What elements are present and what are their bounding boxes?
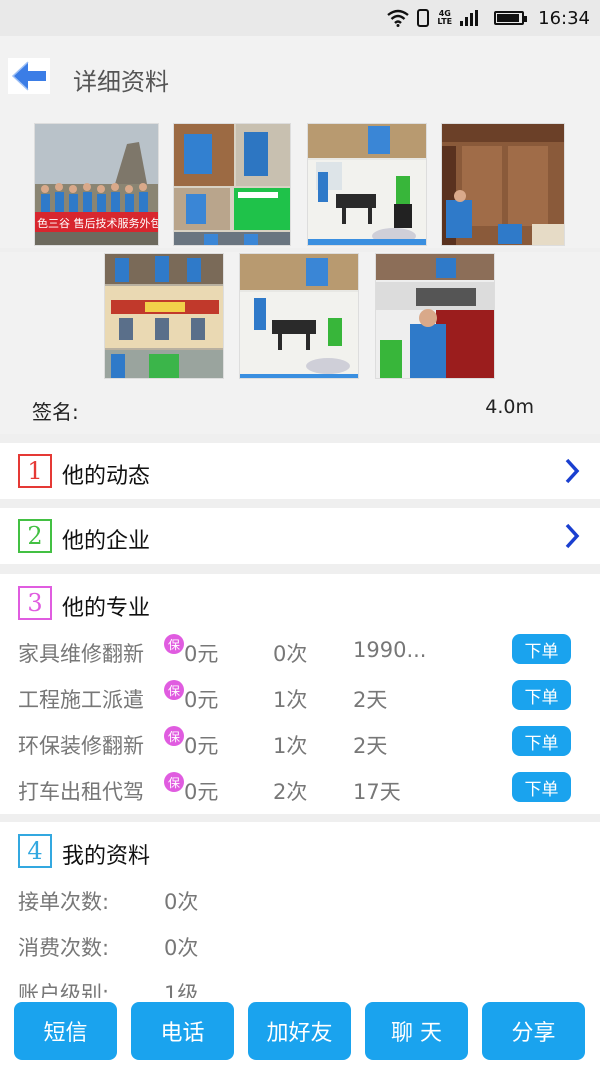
profile-photo-6[interactable] <box>239 253 359 379</box>
profile-photo-2[interactable] <box>173 123 291 246</box>
info-value: 0次 <box>164 936 199 960</box>
section-title-my-info: 我的资料 <box>62 844 151 869</box>
profession-row: 家具维修翻新 保 0元 0次 1990... 下单 <box>0 630 600 674</box>
profession-name: 工程施工派遣 <box>18 688 144 712</box>
section-dynamics[interactable]: 1 他的动态 <box>0 443 600 499</box>
profession-count: 0次 <box>273 642 308 666</box>
signature-row: 签名: 4.0m <box>0 382 600 434</box>
chat-button[interactable]: 聊 天 <box>365 1002 468 1060</box>
profession-row: 打车出租代驾 保 0元 2次 17天 下单 <box>0 768 600 812</box>
info-label: 接单次数: <box>18 890 110 914</box>
profile-photo-7[interactable] <box>375 253 495 379</box>
guarantee-badge: 保 <box>164 726 184 746</box>
distance-value: 4.0m <box>485 396 534 418</box>
profile-photo-3[interactable] <box>307 123 427 246</box>
sms-button[interactable]: 短信 <box>14 1002 117 1060</box>
order-button[interactable]: 下单 <box>512 680 571 710</box>
network-type-indicator: 4G LTE <box>437 10 452 26</box>
battery-icon <box>494 11 528 25</box>
profession-duration: 2天 <box>353 688 388 712</box>
chevron-right-icon <box>565 523 580 549</box>
signal-icon <box>460 10 479 26</box>
info-label: 消费次数: <box>18 936 110 960</box>
profile-photo-4[interactable] <box>441 123 565 246</box>
profile-photo-1[interactable]: 色三谷 售后技术服务外包 <box>34 123 159 246</box>
profession-count: 1次 <box>273 688 308 712</box>
profession-count: 1次 <box>273 734 308 758</box>
profession-row: 环保装修翻新 保 0元 1次 2天 下单 <box>0 722 600 766</box>
photo-row-2 <box>0 252 600 382</box>
profession-price: 0元 <box>184 688 219 712</box>
guarantee-badge: 保 <box>164 634 184 654</box>
section-profession: 3 他的专业 家具维修翻新 保 0元 0次 1990... 下单 工程施工派遣 … <box>0 574 600 814</box>
profession-price: 0元 <box>184 734 219 758</box>
info-value: 0次 <box>164 890 199 914</box>
section-number-1: 1 <box>18 454 52 488</box>
chevron-right-icon <box>565 458 580 484</box>
info-row: 接单次数: 0次 <box>0 878 600 922</box>
network-bottom-label: LTE <box>437 17 453 26</box>
profession-price: 0元 <box>184 642 219 666</box>
call-button[interactable]: 电话 <box>131 1002 234 1060</box>
section-title-profession: 他的专业 <box>62 596 151 621</box>
section-my-info: 4 我的资料 接单次数: 0次 消费次数: 0次 账户级别: 1级 <box>0 822 600 1006</box>
section-number-2: 2 <box>18 519 52 553</box>
order-button[interactable]: 下单 <box>512 772 571 802</box>
share-button[interactable]: 分享 <box>482 1002 585 1060</box>
profession-duration: 2天 <box>353 734 388 758</box>
profession-duration: 1990... <box>353 638 427 662</box>
order-button[interactable]: 下单 <box>512 634 571 664</box>
page-title: 详细资料 <box>73 68 169 96</box>
photo-row-1: 色三谷 售后技术服务外包 <box>0 116 600 248</box>
profession-price: 0元 <box>184 780 219 804</box>
status-time: 16:34 <box>538 7 590 29</box>
section-number-4: 4 <box>18 834 52 868</box>
sim-icon <box>417 9 430 27</box>
profile-photo-5[interactable] <box>104 253 224 379</box>
section-title-dynamics: 他的动态 <box>62 464 151 489</box>
add-friend-button[interactable]: 加好友 <box>248 1002 351 1060</box>
banner-text: 色三谷 售后技术服务外包 <box>37 216 159 230</box>
section-title-enterprise: 他的企业 <box>62 529 151 554</box>
back-button[interactable] <box>8 58 50 94</box>
header: 详细资料 <box>0 36 600 116</box>
order-button[interactable]: 下单 <box>512 726 571 756</box>
bottom-action-bar: 短信 电话 加好友 聊 天 分享 <box>0 998 600 1067</box>
profession-name: 家具维修翻新 <box>18 642 144 666</box>
guarantee-badge: 保 <box>164 680 184 700</box>
profession-name: 打车出租代驾 <box>18 780 144 804</box>
signature-label: 签名: <box>32 400 79 424</box>
profession-name: 环保装修翻新 <box>18 734 144 758</box>
status-bar: 4G LTE 16:34 <box>0 0 600 36</box>
info-row: 消费次数: 0次 <box>0 924 600 968</box>
section-enterprise[interactable]: 2 他的企业 <box>0 508 600 564</box>
section-number-3: 3 <box>18 586 52 620</box>
profession-count: 2次 <box>273 780 308 804</box>
wifi-icon <box>387 9 410 27</box>
back-arrow-icon <box>11 61 46 91</box>
profession-row: 工程施工派遣 保 0元 1次 2天 下单 <box>0 676 600 720</box>
profession-duration: 17天 <box>353 780 401 804</box>
guarantee-badge: 保 <box>164 772 184 792</box>
